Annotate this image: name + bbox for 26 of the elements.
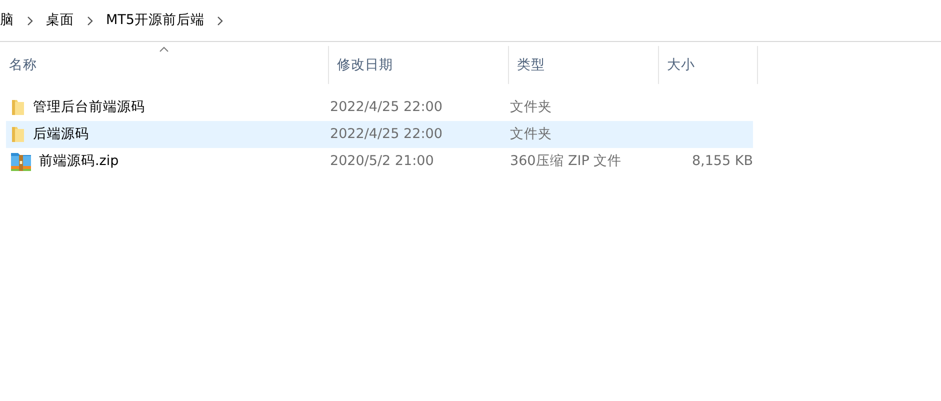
file-type: 文件夹 (509, 125, 553, 144)
file-size: 8,155 KB (690, 152, 753, 172)
breadcrumb-item[interactable]: MT5开源前后端 (106, 10, 204, 31)
column-header[interactable]: 修改日期 (328, 46, 508, 84)
file-name: 管理后台前端源码 (33, 98, 145, 118)
chevron-icon[interactable] (86, 16, 94, 26)
file-row[interactable]: 前端源码.zip 2020/5/2 21:00 360压缩 ZIP 文件 8,155 KB (6, 148, 753, 175)
column-header[interactable]: 大小 (658, 46, 758, 84)
file-row[interactable]: 管理后台前端源码 2022/4/25 22:00 文件夹 (6, 94, 753, 121)
modified-date: 2022/4/25 22:00 (329, 125, 444, 144)
column-header[interactable]: 类型 (508, 46, 658, 84)
file-type: 文件夹 (509, 98, 553, 118)
modified-date: 2022/4/25 22:00 (329, 98, 444, 118)
modified-date: 2020/5/2 21:00 (329, 152, 435, 172)
file-name: 前端源码.zip (39, 152, 119, 172)
chevron-icon[interactable] (26, 16, 34, 26)
file-name: 后端源码 (33, 125, 89, 144)
archive-icon (11, 152, 31, 171)
folder-icon (11, 126, 25, 143)
breadcrumb-item[interactable]: 桌面 (46, 10, 74, 31)
file-row[interactable]: 后端源码 2022/4/25 22:00 文件夹 (6, 121, 753, 148)
chevron-icon[interactable] (216, 16, 224, 26)
column-header[interactable]: 名称 (0, 46, 328, 84)
file-type: 360压缩 ZIP 文件 (509, 152, 623, 172)
breadcrumb-item[interactable]: 脑 (0, 10, 14, 31)
folder-icon (11, 99, 25, 116)
